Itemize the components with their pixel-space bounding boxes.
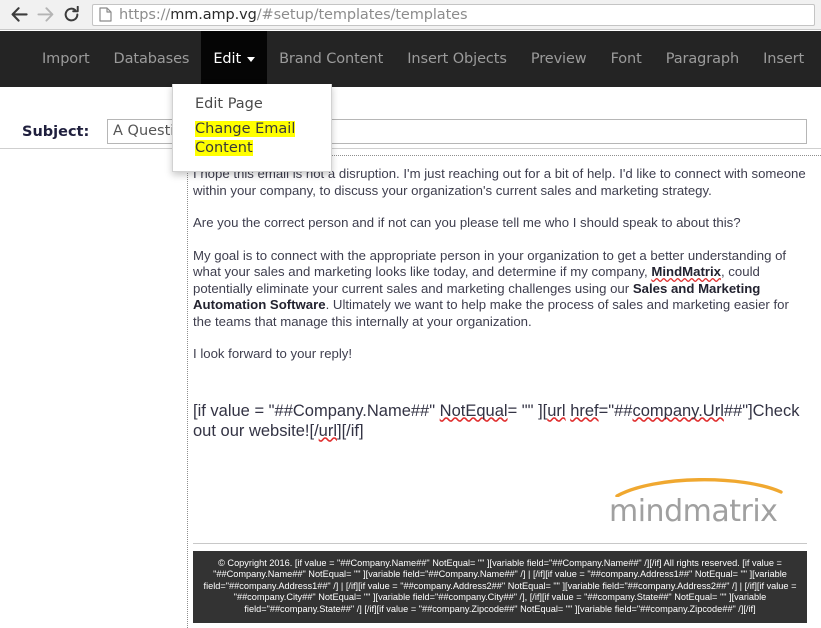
company-name-mention: MindMatrix bbox=[651, 264, 721, 279]
email-footer-block: © Copyright 2016. [if value = "##Company… bbox=[193, 550, 807, 624]
code-url-close: url bbox=[318, 421, 337, 440]
subject-label: Subject: bbox=[22, 124, 90, 140]
nav-label: Preview bbox=[530, 51, 587, 67]
nav-item-edit[interactable]: Edit bbox=[201, 31, 268, 87]
mindmatrix-logo: mindmatrix bbox=[609, 477, 787, 533]
email-template-code-block: [if value = "##Company.Name##" NotEqual=… bbox=[193, 401, 807, 441]
forward-icon[interactable] bbox=[32, 2, 58, 28]
nav-label: Font bbox=[610, 51, 642, 67]
header-divider bbox=[0, 148, 821, 149]
nav-item-import[interactable]: Import bbox=[30, 31, 102, 87]
code-seg4: ="## bbox=[598, 401, 633, 420]
nav-label: Import bbox=[42, 51, 90, 67]
footer-text: © Copyright 2016. [if value = "##Company… bbox=[203, 557, 797, 614]
code-seg2: = "" ][ bbox=[507, 401, 548, 420]
menu-item-change-email-content[interactable]: Change Email Content bbox=[173, 117, 331, 161]
url-text: https://mm.amp.vg/#setup/templates/templ… bbox=[119, 6, 468, 23]
url-prefix: https:// bbox=[119, 6, 171, 23]
nav-item-brand-content[interactable]: Brand Content bbox=[267, 31, 395, 87]
nav-item-insert[interactable]: Insert bbox=[751, 31, 816, 87]
nav-item-insert-objects[interactable]: Insert Objects bbox=[395, 31, 519, 87]
nav-item-undo[interactable]: Undo bbox=[816, 31, 821, 87]
url-path: /#setup/templates/templates bbox=[256, 6, 468, 23]
page-icon bbox=[99, 7, 112, 22]
address-bar[interactable]: https://mm.amp.vg/#setup/templates/templ… bbox=[92, 3, 815, 26]
subject-row: Subject: A Question bbox=[0, 119, 821, 149]
nav-item-databases[interactable]: Databases bbox=[102, 31, 202, 87]
footer-divider bbox=[193, 542, 807, 544]
email-paragraph-3: I look forward to your reply! bbox=[193, 346, 353, 361]
code-company-url: company.Url bbox=[632, 401, 724, 420]
code-url-tag: url bbox=[547, 401, 566, 420]
back-icon[interactable] bbox=[6, 2, 32, 28]
menu-item-label: Change Email Content bbox=[195, 121, 296, 156]
reload-icon[interactable] bbox=[58, 2, 84, 28]
browser-toolbar: https://mm.amp.vg/#setup/templates/templ… bbox=[0, 0, 821, 30]
nav-item-paragraph[interactable]: Paragraph bbox=[654, 31, 751, 87]
nav-label: Paragraph bbox=[665, 51, 740, 67]
brand-logo-area: mindmatrix bbox=[193, 477, 807, 541]
menu-item-edit-page[interactable]: Edit Page bbox=[173, 92, 331, 117]
app-navigation-bar: Import Databases Edit Brand Content Inse… bbox=[0, 31, 821, 87]
code-seg6: ][/if] bbox=[337, 421, 364, 440]
url-host: mm.amp.vg bbox=[170, 6, 257, 23]
logo-wordmark: mindmatrix bbox=[609, 493, 778, 529]
nav-label: Edit bbox=[213, 51, 242, 67]
email-paragraph-goal: My goal is to connect with the appropria… bbox=[193, 248, 807, 331]
email-editor-canvas[interactable]: I hope this email is not a disruption. I… bbox=[187, 155, 821, 628]
nav-item-preview[interactable]: Preview bbox=[519, 31, 599, 87]
nav-label: Insert bbox=[763, 51, 805, 67]
nav-label: Brand Content bbox=[279, 51, 384, 67]
nav-label: Insert Objects bbox=[407, 51, 507, 67]
nav-label: Databases bbox=[113, 51, 190, 67]
email-paragraph-2: Are you the correct person and if not ca… bbox=[193, 215, 741, 230]
chevron-down-icon bbox=[247, 56, 256, 62]
nav-item-font[interactable]: Font bbox=[599, 31, 654, 87]
code-seg1: [if value = "##Company.Name##" bbox=[193, 401, 440, 420]
code-notequal: NotEqual bbox=[439, 401, 508, 420]
edit-dropdown-menu: Edit Page Change Email Content bbox=[172, 84, 332, 172]
code-href-tag: href bbox=[570, 401, 599, 420]
menu-item-label: Edit Page bbox=[195, 96, 263, 112]
